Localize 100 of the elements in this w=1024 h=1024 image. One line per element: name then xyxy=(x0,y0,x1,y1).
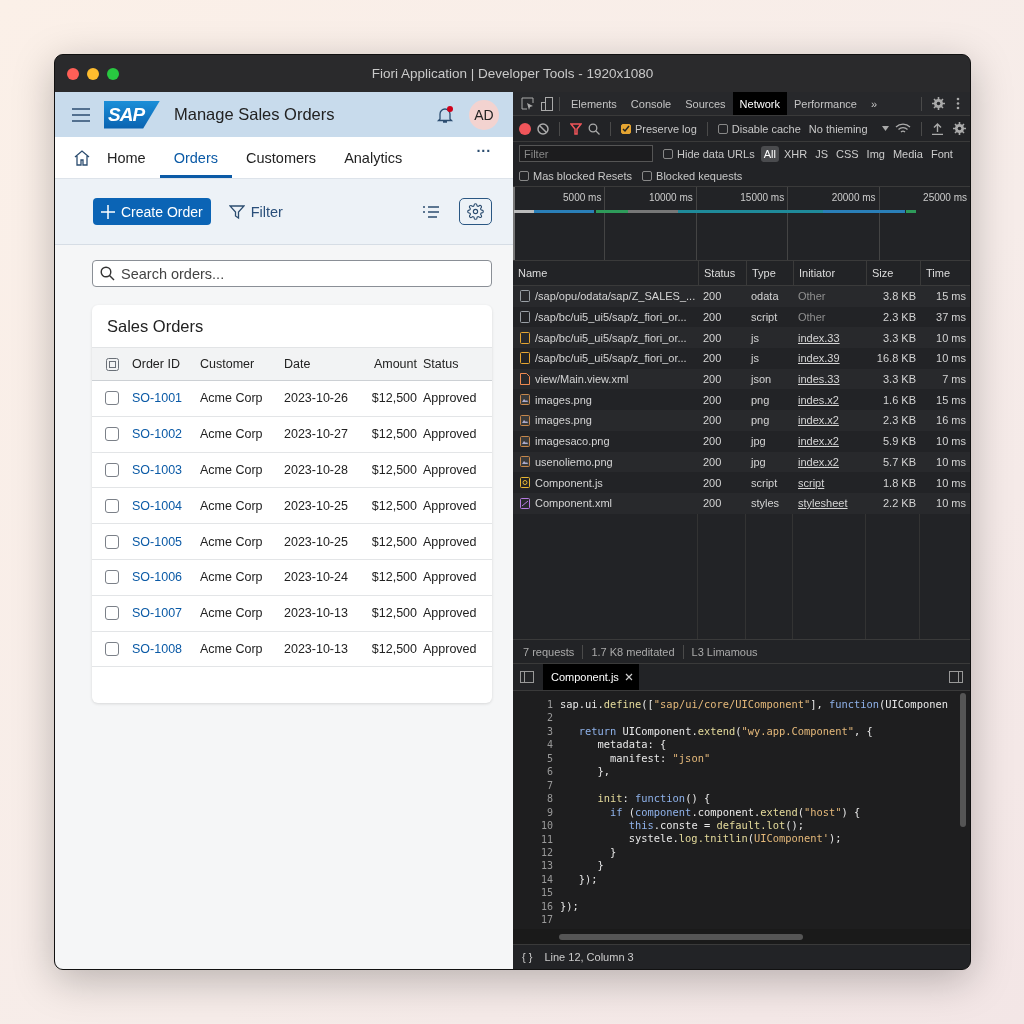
order-id-link[interactable]: SO-1005 xyxy=(132,534,200,549)
scrollbar[interactable] xyxy=(559,933,803,940)
blocked-requests-checkbox[interactable]: Blocked kequests xyxy=(642,169,743,182)
devtools-tab[interactable]: Performance xyxy=(786,92,864,115)
checkbox[interactable] xyxy=(642,170,653,181)
nav-tab[interactable]: Home xyxy=(93,137,160,178)
preserve-log-checkbox[interactable]: Preserve log xyxy=(621,122,697,135)
request-name[interactable]: usenoliemo.png xyxy=(535,455,613,468)
nav-tab[interactable]: Customers xyxy=(232,137,331,178)
initiator-link[interactable]: index.x2 xyxy=(793,455,866,468)
table-cell-text: 10 ms xyxy=(935,331,967,344)
minimize-button[interactable] xyxy=(87,67,99,80)
initiator-link[interactable]: script xyxy=(793,476,866,489)
editor-tab[interactable]: Component.js xyxy=(543,664,639,690)
record-button[interactable] xyxy=(519,120,531,137)
filter-button[interactable]: Filter xyxy=(222,198,289,225)
row-checkbox[interactable] xyxy=(105,606,119,621)
hide-data-urls-checkbox[interactable]: Hide data URLs xyxy=(663,147,755,160)
request-name[interactable]: imagesaco.png xyxy=(535,435,610,448)
close-button[interactable] xyxy=(67,67,79,80)
settings-icon[interactable] xyxy=(930,95,946,112)
row-checkbox[interactable] xyxy=(105,570,119,585)
request-name[interactable]: /sap/bc/ui5_ui5/sap/z_fiori_or... xyxy=(535,311,687,324)
row-checkbox[interactable] xyxy=(105,463,119,477)
create-order-button[interactable]: Create Order xyxy=(93,198,211,225)
checkbox[interactable] xyxy=(621,123,631,134)
column-header[interactable]: Initiator xyxy=(793,261,866,285)
initiator-link[interactable]: index.x2 xyxy=(793,414,866,427)
nav-tab[interactable]: Analytics xyxy=(330,137,417,178)
devtools-tab[interactable]: Sources xyxy=(678,92,733,115)
devtools-tab[interactable]: Network xyxy=(732,92,787,115)
settings-button[interactable] xyxy=(459,198,492,225)
checkbox[interactable] xyxy=(663,148,673,159)
initiator-link[interactable]: index.x2 xyxy=(793,435,866,448)
order-id-link[interactable]: SO-1001 xyxy=(132,391,200,406)
filter-field[interactable]: Filter xyxy=(519,145,653,162)
column-header[interactable]: Time xyxy=(920,261,970,285)
request-name[interactable]: Component.js xyxy=(535,476,603,489)
more-button[interactable]: ··· xyxy=(470,137,497,164)
row-checkbox[interactable] xyxy=(105,391,119,406)
order-id-link[interactable]: SO-1002 xyxy=(132,427,200,442)
column-header[interactable]: Type xyxy=(746,261,793,285)
blocked-resets-checkbox[interactable]: Mas blocked Resets xyxy=(519,169,633,182)
column-header[interactable]: Name xyxy=(513,261,698,285)
sidebar-toggle-icon[interactable] xyxy=(519,669,535,685)
request-name[interactable]: /sap/bc/ui5_ui5/sap/z_fiori_or... xyxy=(535,331,687,344)
user-avatar[interactable]: AD xyxy=(469,99,499,130)
type-filter[interactable]: All xyxy=(760,145,779,162)
type-filter[interactable]: CSS xyxy=(832,145,862,162)
initiator-link[interactable]: index.39 xyxy=(793,352,866,365)
type-filter[interactable]: Media xyxy=(889,145,926,162)
request-name[interactable]: images.png xyxy=(535,414,592,427)
initiator-link[interactable]: index.33 xyxy=(793,331,866,344)
throttling-dropdown[interactable]: No thieming xyxy=(808,122,889,135)
maximize-button[interactable] xyxy=(107,67,119,80)
type-filter[interactable]: XHR xyxy=(780,145,811,162)
search-field[interactable]: Search orders... xyxy=(92,260,492,287)
device-icon[interactable] xyxy=(539,95,555,112)
row-checkbox[interactable] xyxy=(105,534,119,549)
row-checkbox[interactable] xyxy=(105,498,119,513)
settings-icon[interactable] xyxy=(952,120,966,137)
upload-icon[interactable] xyxy=(931,120,943,137)
request-name[interactable]: /sap/opu/odata/sap/Z_SALES_... xyxy=(535,290,696,303)
type-filter[interactable]: Font xyxy=(927,145,956,162)
order-id-link[interactable]: SO-1003 xyxy=(132,463,200,477)
type-filter[interactable]: Img xyxy=(863,145,888,162)
format-button[interactable]: { } xyxy=(522,951,533,963)
checkbox[interactable] xyxy=(717,123,728,134)
more-tabs-button[interactable]: » xyxy=(863,92,885,115)
disable-cache-checkbox[interactable]: Disable cache xyxy=(717,122,801,135)
inspect-icon[interactable] xyxy=(519,95,535,112)
request-name[interactable]: view/Main.view.xml xyxy=(535,373,629,386)
menu-icon[interactable] xyxy=(72,107,90,122)
filter-icon[interactable] xyxy=(570,120,582,137)
select-all-icon[interactable] xyxy=(105,357,119,371)
row-checkbox[interactable] xyxy=(105,641,119,656)
type-filter[interactable]: JS xyxy=(812,145,831,162)
close-icon[interactable] xyxy=(624,673,633,681)
panel-toggle-icon[interactable] xyxy=(948,669,964,685)
devtools-tab[interactable]: Elements xyxy=(564,92,624,115)
devtools-tab[interactable]: Console xyxy=(623,92,679,115)
order-id-link[interactable]: SO-1006 xyxy=(132,570,200,585)
column-header[interactable]: Status xyxy=(698,261,746,285)
initiator-link[interactable]: indes.33 xyxy=(793,373,866,386)
initiator-link[interactable]: indes.x2 xyxy=(793,393,866,406)
scrollbar[interactable] xyxy=(960,693,966,827)
checkbox[interactable] xyxy=(519,170,529,181)
request-name[interactable]: /sap/bc/ui5_ui5/sap/z_fiori_or... xyxy=(535,352,687,365)
order-id-link[interactable]: SO-1008 xyxy=(132,641,200,656)
order-id-link[interactable]: SO-1004 xyxy=(132,498,200,513)
order-id-link[interactable]: SO-1007 xyxy=(132,606,200,621)
request-name[interactable]: images.png xyxy=(535,393,592,406)
clear-icon[interactable] xyxy=(537,120,549,137)
notification-bell-icon[interactable] xyxy=(435,104,455,125)
initiator-link[interactable]: stylesheet xyxy=(793,497,866,510)
row-checkbox[interactable] xyxy=(105,427,119,442)
column-header[interactable]: Size xyxy=(866,261,920,285)
request-name[interactable]: Component.xml xyxy=(535,497,613,510)
home-icon[interactable] xyxy=(73,148,91,167)
code-editor[interactable] xyxy=(513,691,970,929)
